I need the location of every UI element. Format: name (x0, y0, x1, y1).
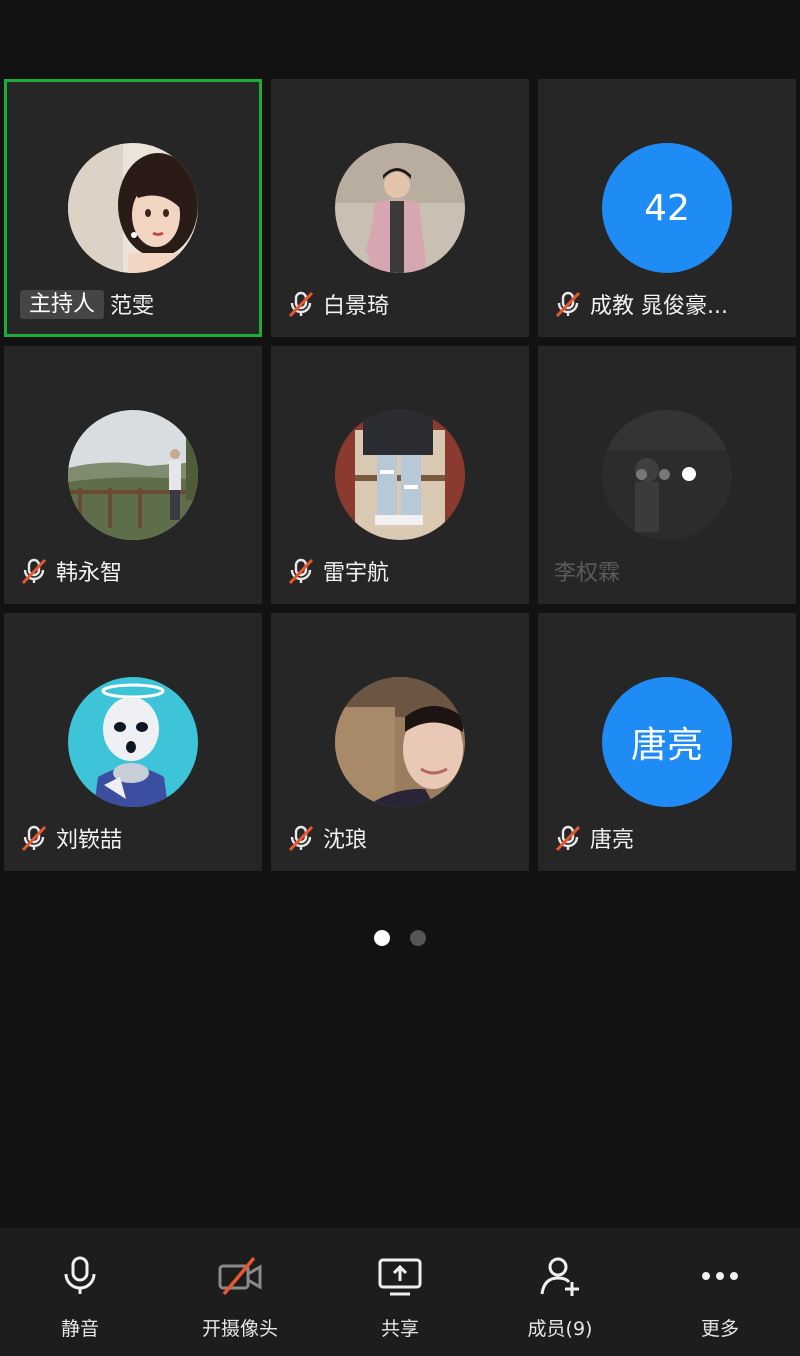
participant-avatar (68, 143, 198, 273)
participant-tile[interactable]: 韩永智 (4, 346, 262, 604)
mic-muted-icon (554, 824, 582, 852)
participant-name: 韩永智 (56, 561, 123, 586)
mic-muted-icon (287, 824, 315, 852)
camera-off-icon (218, 1256, 262, 1296)
participant-nameline: 沈琅 (287, 823, 367, 853)
participant-name: 白景琦 (323, 294, 390, 319)
mic-muted-icon (287, 557, 315, 585)
share-button[interactable]: 共享 (320, 1228, 480, 1356)
mute-label: 静音 (60, 1318, 99, 1340)
loading-dot (636, 468, 647, 480)
participant-name: 刘嵚喆 (56, 828, 123, 853)
participant-nameline: 韩永智 (20, 556, 122, 586)
participant-tile[interactable]: 42 成教 晁俊豪... (538, 79, 796, 337)
camera-button[interactable]: 开摄像头 (160, 1228, 320, 1356)
participant-nameline: 刘嵚喆 (20, 823, 122, 853)
participant-avatar (335, 143, 465, 273)
page-dot[interactable] (410, 930, 426, 946)
mic-muted-icon (20, 824, 48, 852)
participant-avatar (68, 410, 198, 540)
participant-name: 雷宇航 (323, 561, 390, 586)
participant-tile[interactable]: 雷宇航 (271, 346, 529, 604)
participant-nameline: 李权霖 (554, 556, 620, 586)
participant-nameline: 成教 晁俊豪... (554, 289, 728, 319)
mute-button[interactable]: 静音 (0, 1228, 160, 1356)
participant-tile[interactable]: 白景琦 (271, 79, 529, 337)
loading-dot (682, 467, 696, 481)
loading-dot (659, 468, 670, 480)
more-dots-icon (702, 1272, 738, 1280)
page-dot-active[interactable] (374, 930, 390, 946)
host-badge: 主持人 (20, 289, 105, 319)
participant-avatar (335, 677, 465, 807)
members-button[interactable]: 成员(9) (480, 1228, 640, 1356)
microphone-icon (64, 1256, 96, 1294)
participant-name: 范雯 (110, 294, 155, 319)
participant-avatar (335, 410, 465, 540)
participant-name: 李权霖 (554, 561, 621, 586)
mic-muted-icon (554, 290, 582, 318)
participant-avatar: 42 (602, 143, 732, 273)
add-member-icon (540, 1257, 579, 1296)
participant-nameline: 白景琦 (287, 289, 389, 319)
participant-name: 沈琅 (323, 828, 368, 853)
screen-share-icon (378, 1258, 422, 1296)
meeting-toolbar: 静音 开摄像头 共享 成员(9) 更多 (0, 1228, 800, 1356)
participant-nameline: 唐亮 (554, 823, 634, 853)
participant-nameline: 主持人 范雯 (20, 289, 154, 319)
members-label: 成员(9) (527, 1318, 593, 1340)
participant-nameline: 雷宇航 (287, 556, 389, 586)
participant-avatar (68, 677, 198, 807)
share-label: 共享 (380, 1318, 419, 1340)
mic-muted-icon (287, 290, 315, 318)
loading-spinner (636, 467, 696, 481)
participant-name: 成教 晁俊豪... (590, 294, 728, 319)
more-label: 更多 (700, 1318, 739, 1340)
participant-avatar: 唐亮 (602, 677, 732, 807)
participant-tile[interactable]: 唐亮 唐亮 (538, 613, 796, 871)
participant-tile[interactable]: 刘嵚喆 (4, 613, 262, 871)
mic-muted-icon (20, 557, 48, 585)
participant-tile[interactable]: 主持人 范雯 (4, 79, 262, 337)
page-indicator[interactable] (0, 930, 800, 946)
participant-tile[interactable]: 沈琅 (271, 613, 529, 871)
camera-label: 开摄像头 (201, 1318, 278, 1340)
more-button[interactable]: 更多 (640, 1228, 800, 1356)
participant-name: 唐亮 (590, 828, 635, 853)
